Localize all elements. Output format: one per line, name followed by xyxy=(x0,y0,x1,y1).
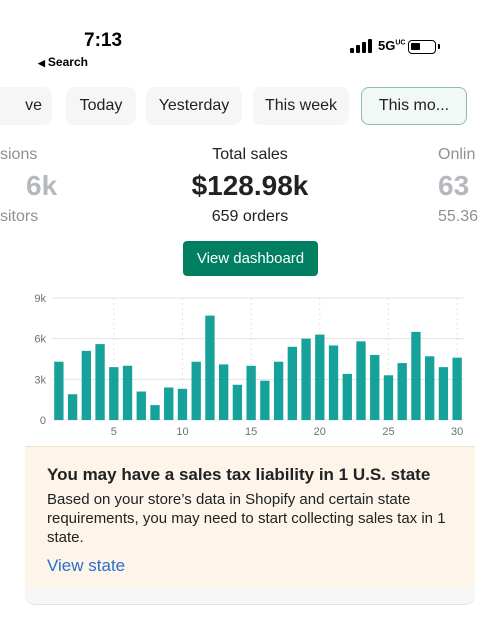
sales-bar xyxy=(81,350,92,420)
sales-bar xyxy=(438,367,449,420)
x-tick-label: 15 xyxy=(245,426,257,438)
x-tick-label: 5 xyxy=(111,426,117,438)
sales-tax-card: You may have a sales tax liability in 1 … xyxy=(25,446,475,588)
sales-bar xyxy=(54,361,64,420)
metric-online-label: Onlin xyxy=(438,146,476,163)
x-tick-label: 10 xyxy=(176,426,188,438)
sales-bar xyxy=(383,375,394,420)
sales-bar xyxy=(67,394,78,420)
metric-total-sales[interactable]: Total sales $128.98k 659 orders xyxy=(150,146,350,226)
sales-bar xyxy=(95,344,105,420)
card-footer xyxy=(25,588,475,605)
metric-online-sub: 55.36 xyxy=(438,208,479,225)
x-tick-label: 30 xyxy=(451,426,463,438)
sales-bar xyxy=(370,354,380,420)
total-orders-count: 659 orders xyxy=(211,208,289,225)
network-label: 5G xyxy=(378,38,396,53)
sales-bar xyxy=(424,356,435,420)
metric-online-store[interactable]: Onlin 63 55.36 xyxy=(438,146,500,226)
filter-chip-previous[interactable]: ve xyxy=(0,87,52,125)
back-label: Search xyxy=(47,55,88,69)
sales-bar xyxy=(136,391,146,420)
sales-bar xyxy=(301,338,311,420)
sales-bar-chart: 0 3k 6k 9k 5 10 15 20 25 30 xyxy=(34,293,464,438)
back-to-search-link[interactable]: ◀ Search xyxy=(38,55,88,69)
metric-sessions-label: sions xyxy=(0,146,38,163)
sales-bar xyxy=(246,365,256,420)
view-dashboard-button[interactable]: View dashboard xyxy=(183,241,318,276)
sales-tax-body: Based on your store’s data in Shopify an… xyxy=(47,491,446,546)
x-tick-label: 25 xyxy=(382,426,394,438)
metric-sessions[interactable]: sions 6k sitors xyxy=(0,146,62,226)
sales-bar xyxy=(260,380,270,420)
status-time: 7:13 xyxy=(84,30,123,51)
y-tick-label: 6k xyxy=(34,334,46,346)
sales-tax-title: You may have a sales tax liability in 1 … xyxy=(47,465,431,484)
y-tick-label: 3k xyxy=(34,374,46,386)
network-indicator: 5GUC xyxy=(378,38,405,53)
sales-bar xyxy=(205,315,215,420)
sales-bar xyxy=(397,363,407,420)
filter-chip-today[interactable]: Today xyxy=(66,87,136,125)
back-triangle-icon: ◀ xyxy=(38,58,45,68)
sales-bar xyxy=(164,387,174,420)
sales-bar xyxy=(122,365,133,420)
y-tick-label: 0 xyxy=(40,415,46,427)
metric-sessions-value: 6k xyxy=(26,170,58,201)
sales-bar xyxy=(328,345,339,420)
filter-chip-this-week[interactable]: This week xyxy=(253,87,349,125)
metric-online-value: 63 xyxy=(438,170,470,201)
total-sales-value: $128.98k xyxy=(191,170,309,201)
sales-bar xyxy=(273,361,284,420)
filter-chip-yesterday[interactable]: Yesterday xyxy=(146,87,242,125)
battery-icon xyxy=(408,40,440,54)
status-bar: 7:13 ◀ Search 5GUC xyxy=(0,0,500,80)
sales-bar xyxy=(218,364,229,420)
sales-bar xyxy=(315,334,325,420)
metric-sessions-sub: sitors xyxy=(0,208,39,225)
date-filter-bar: ve Today Yesterday This week This mo... xyxy=(0,87,500,127)
sales-bar xyxy=(191,361,201,420)
sales-bar xyxy=(150,405,160,420)
network-sup: UC xyxy=(395,39,406,47)
y-tick-label: 9k xyxy=(34,293,46,305)
x-tick-label: 20 xyxy=(314,426,326,438)
sales-bar xyxy=(109,367,119,420)
sales-bar xyxy=(411,331,421,420)
filter-chip-this-month[interactable]: This mo... xyxy=(361,87,467,125)
sales-bar xyxy=(177,388,188,420)
sales-bar xyxy=(232,384,243,420)
sales-bar xyxy=(287,346,298,420)
cellular-signal-icon xyxy=(350,39,374,53)
total-sales-label: Total sales xyxy=(212,146,288,163)
sales-bar xyxy=(342,373,352,420)
view-state-link[interactable]: View state xyxy=(47,556,125,576)
sales-bar xyxy=(356,341,366,420)
sales-bar xyxy=(452,357,462,420)
